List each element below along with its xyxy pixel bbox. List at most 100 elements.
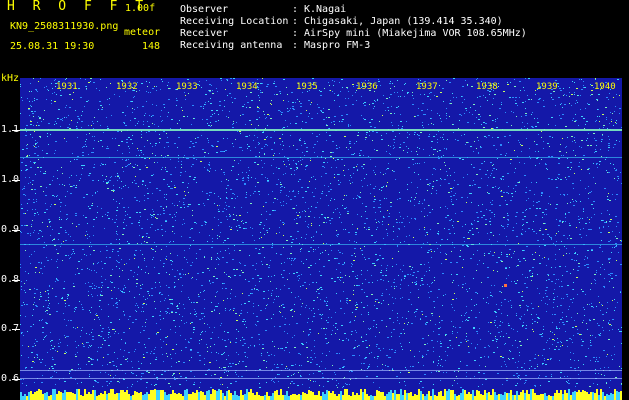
noise-speckle: [189, 360, 190, 361]
noise-speckle: [367, 270, 368, 271]
noise-speckle: [190, 349, 192, 350]
noise-speckle: [495, 338, 496, 339]
noise-speckle: [566, 316, 567, 317]
noise-speckle: [208, 101, 209, 102]
noise-speckle: [517, 376, 518, 377]
noise-speckle: [222, 211, 224, 212]
noise-speckle: [604, 375, 605, 376]
noise-speckle: [518, 182, 520, 183]
noise-speckle: [315, 179, 316, 180]
noise-speckle: [344, 313, 345, 314]
noise-speckle: [590, 345, 592, 346]
noise-speckle: [156, 90, 157, 91]
noise-speckle: [234, 275, 236, 276]
noise-speckle: [585, 256, 586, 257]
noise-speckle: [406, 236, 407, 237]
noise-speckle: [473, 180, 474, 181]
noise-speckle: [115, 375, 116, 376]
noise-speckle: [606, 119, 607, 120]
noise-speckle: [248, 178, 249, 179]
noise-speckle: [23, 158, 24, 159]
noise-speckle: [102, 216, 103, 217]
noise-speckle: [290, 108, 291, 109]
noise-speckle: [141, 376, 142, 377]
noise-speckle: [542, 333, 543, 334]
noise-speckle: [320, 91, 322, 92]
noise-speckle: [418, 79, 419, 80]
noise-speckle: [252, 228, 253, 229]
noise-speckle: [174, 214, 175, 215]
spectrogram-plot[interactable]: [20, 78, 622, 400]
noise-speckle: [347, 211, 349, 212]
noise-speckle: [211, 192, 212, 193]
noise-speckle: [578, 266, 580, 267]
noise-speckle: [161, 79, 162, 80]
noise-speckle: [125, 359, 127, 360]
noise-speckle: [579, 222, 580, 223]
noise-speckle: [191, 278, 192, 279]
noise-speckle: [362, 283, 363, 284]
noise-speckle: [287, 333, 288, 334]
noise-speckle: [230, 293, 231, 294]
noise-speckle: [258, 305, 259, 306]
noise-speckle: [559, 286, 560, 287]
noise-speckle: [431, 147, 432, 148]
noise-speckle: [453, 124, 454, 125]
noise-speckle: [412, 366, 414, 367]
noise-speckle: [579, 334, 581, 335]
noise-speckle: [396, 219, 397, 220]
noise-speckle: [446, 334, 447, 335]
noise-speckle: [446, 108, 447, 109]
noise-speckle: [217, 205, 218, 206]
noise-speckle: [501, 366, 502, 367]
noise-speckle: [341, 277, 343, 278]
noise-speckle: [331, 317, 332, 318]
noise-speckle: [590, 320, 591, 321]
noise-speckle: [346, 207, 347, 208]
noise-speckle: [231, 227, 232, 228]
noise-speckle: [429, 93, 430, 94]
noise-speckle: [539, 375, 540, 376]
noise-speckle: [299, 101, 300, 102]
noise-speckle: [315, 249, 316, 250]
noise-speckle: [365, 340, 367, 341]
noise-speckle: [383, 95, 384, 96]
noise-speckle: [467, 197, 468, 198]
noise-speckle: [402, 297, 403, 298]
noise-speckle: [458, 371, 459, 372]
noise-speckle: [64, 381, 66, 382]
noise-speckle: [577, 313, 578, 314]
noise-speckle: [263, 291, 265, 292]
noise-speckle: [61, 243, 62, 244]
noise-speckle: [291, 174, 292, 175]
noise-speckle: [242, 293, 243, 294]
noise-speckle: [288, 387, 289, 388]
noise-speckle: [604, 367, 605, 368]
noise-speckle: [542, 217, 543, 218]
noise-speckle: [595, 79, 596, 80]
noise-speckle: [282, 222, 284, 223]
noise-speckle: [290, 168, 292, 169]
noise-speckle: [120, 290, 121, 291]
noise-speckle: [537, 364, 538, 365]
noise-speckle: [209, 84, 211, 85]
noise-speckle: [287, 258, 288, 259]
noise-speckle: [420, 285, 421, 286]
noise-speckle: [55, 79, 56, 80]
noise-speckle: [98, 317, 99, 318]
noise-speckle: [111, 176, 112, 177]
noise-speckle: [587, 258, 588, 259]
noise-speckle: [559, 360, 560, 361]
noise-speckle: [76, 159, 78, 160]
noise-speckle: [185, 95, 186, 96]
noise-speckle: [125, 215, 126, 216]
noise-speckle: [548, 275, 549, 276]
noise-speckle: [271, 318, 272, 319]
noise-speckle: [70, 193, 72, 194]
noise-speckle: [180, 277, 182, 278]
noise-speckle: [339, 339, 340, 340]
noise-speckle: [143, 303, 145, 304]
noise-speckle: [82, 155, 84, 156]
noise-speckle: [386, 151, 387, 152]
noise-speckle: [590, 335, 591, 336]
